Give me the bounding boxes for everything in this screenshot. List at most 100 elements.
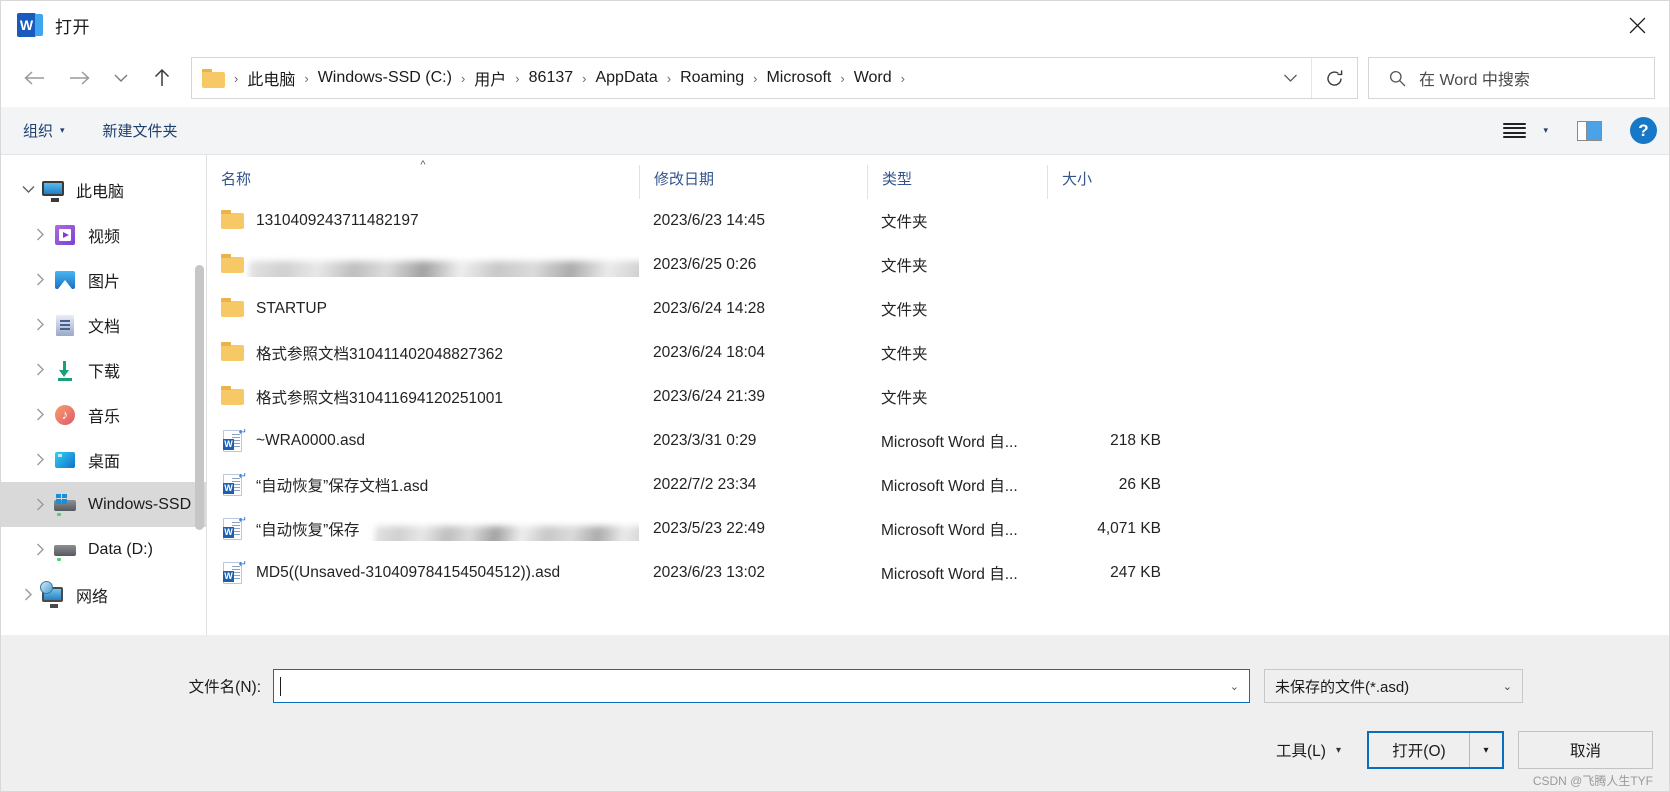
sidebar-item-label: 此电脑 bbox=[76, 183, 125, 201]
sidebar-item-this-pc[interactable]: 此电脑 bbox=[1, 167, 206, 212]
tools-menu-button[interactable]: 工具(L) ▾ bbox=[1276, 739, 1341, 761]
breadcrumb-separator: › bbox=[460, 70, 466, 86]
sidebar-item-music[interactable]: 音乐 bbox=[1, 392, 206, 437]
chevron-right-icon[interactable] bbox=[27, 498, 53, 511]
preview-pane-icon[interactable] bbox=[1572, 116, 1606, 146]
tools-label: 工具(L) bbox=[1276, 743, 1326, 760]
forward-button[interactable] bbox=[57, 58, 103, 98]
table-row[interactable]: ↵ “自动恢复”保存文档1.asd 2022/7/2 23:34 Microso… bbox=[207, 463, 1669, 507]
file-size-cell: 4,071 KB bbox=[1097, 520, 1161, 537]
videos-icon bbox=[53, 223, 77, 247]
cancel-button[interactable]: 取消 bbox=[1518, 731, 1653, 769]
chevron-down-icon[interactable]: ▾ bbox=[1543, 125, 1548, 136]
sidebar-item-pictures[interactable]: 图片 bbox=[1, 257, 206, 302]
file-date-cell: 2023/6/24 21:39 bbox=[653, 388, 766, 405]
breadcrumb-item-7[interactable]: Word bbox=[851, 69, 895, 87]
breadcrumb-item-4[interactable]: AppData bbox=[592, 69, 660, 87]
open-split-button[interactable]: 打开(O) ▾ bbox=[1367, 731, 1504, 769]
chevron-right-icon[interactable] bbox=[27, 273, 53, 286]
file-type-cell: 文件夹 bbox=[881, 390, 928, 407]
chevron-right-icon[interactable] bbox=[27, 408, 53, 421]
window-title: 打开 bbox=[55, 17, 90, 37]
breadcrumb-item-5[interactable]: Roaming bbox=[677, 69, 747, 87]
folder-icon bbox=[221, 341, 245, 365]
file-name-label: ~WRA0000.asd bbox=[256, 432, 365, 449]
chevron-right-icon[interactable] bbox=[27, 363, 53, 376]
chevron-down-icon: ▾ bbox=[1335, 744, 1341, 756]
help-button[interactable]: ? bbox=[1630, 117, 1657, 144]
organize-menu-button[interactable]: 组织 ▾ bbox=[23, 120, 65, 141]
file-name-cell[interactable]: ↵ “自动恢复”保存 bbox=[207, 517, 639, 541]
table-row[interactable]: ↵ ~WRA0000.asd 2023/3/31 0:29 Microsoft … bbox=[207, 419, 1669, 463]
table-row[interactable]: STARTUP 2023/6/24 14:28 文件夹 bbox=[207, 287, 1669, 331]
breadcrumb-item-3[interactable]: 86137 bbox=[526, 69, 577, 87]
filename-label: 文件名(N): bbox=[188, 679, 261, 696]
file-date-cell: 2023/6/24 18:04 bbox=[653, 344, 766, 361]
back-button[interactable] bbox=[11, 58, 57, 98]
table-row[interactable]: ↵ MD5((Unsaved-310409784154504512)).asd … bbox=[207, 551, 1669, 595]
table-row[interactable]: 格式参照文档310411694120251001 2023/6/24 21:39… bbox=[207, 375, 1669, 419]
sidebar-item-desktop[interactable]: 桌面 bbox=[1, 437, 206, 482]
table-row[interactable]: ↵ “自动恢复”保存 2023/5/23 22:49 Microsoft Wor… bbox=[207, 507, 1669, 551]
file-type-cell: Microsoft Word 自... bbox=[881, 478, 1018, 495]
sidebar-item-network[interactable]: 网络 bbox=[1, 572, 206, 617]
column-header-date[interactable]: 修改日期 bbox=[639, 165, 867, 199]
breadcrumb-separator: › bbox=[753, 70, 758, 86]
table-row[interactable]: 1310409243711482197 2023/6/23 14:45 文件夹 bbox=[207, 199, 1669, 243]
chevron-right-icon[interactable] bbox=[27, 543, 53, 556]
open-dropdown-arrow[interactable]: ▾ bbox=[1470, 733, 1502, 767]
file-name-cell[interactable]: 1310409243711482197 bbox=[207, 209, 639, 233]
table-row[interactable]: 格式参照文档310411402048827362 2023/6/24 18:04… bbox=[207, 331, 1669, 375]
open-button[interactable]: 打开(O) bbox=[1369, 733, 1470, 767]
chevron-right-icon[interactable] bbox=[27, 228, 53, 241]
documents-icon bbox=[53, 313, 77, 337]
file-name-cell[interactable]: ↵ “自动恢复”保存文档1.asd bbox=[207, 473, 639, 497]
file-name-cell[interactable]: STARTUP bbox=[207, 297, 639, 321]
column-header-type[interactable]: 类型 bbox=[867, 165, 1047, 199]
file-name-cell[interactable] bbox=[207, 253, 639, 277]
breadcrumb: › 此电脑 › Windows-SSD (C:) › 用户 › 86137 › … bbox=[192, 66, 1269, 90]
file-name-cell[interactable]: ↵ ~WRA0000.asd bbox=[207, 429, 639, 453]
file-name-cell[interactable]: 格式参照文档310411402048827362 bbox=[207, 341, 639, 365]
table-row[interactable]: 2023/6/25 0:26 文件夹 bbox=[207, 243, 1669, 287]
up-one-level-button[interactable] bbox=[139, 58, 185, 98]
sidebar-item-videos[interactable]: 视频 bbox=[1, 212, 206, 257]
breadcrumb-item-1[interactable]: Windows-SSD (C:) bbox=[315, 69, 455, 87]
refresh-icon[interactable] bbox=[1311, 58, 1357, 98]
breadcrumb-item-2[interactable]: 用户 bbox=[471, 66, 509, 90]
sidebar-scrollbar-thumb[interactable] bbox=[195, 265, 204, 530]
folder-icon bbox=[221, 297, 245, 321]
column-header-name[interactable]: ^ 名称 bbox=[207, 159, 639, 199]
chevron-down-icon[interactable] bbox=[15, 185, 41, 194]
sidebar-item-label: 音乐 bbox=[88, 408, 121, 426]
file-type-filter-dropdown[interactable]: 未保存的文件(*.asd) ⌄ bbox=[1264, 669, 1523, 703]
breadcrumb-item-0[interactable]: 此电脑 bbox=[244, 66, 298, 90]
search-box[interactable]: 在 Word 中搜索 bbox=[1368, 57, 1655, 99]
chevron-down-icon[interactable] bbox=[1269, 58, 1311, 98]
recent-locations-button[interactable] bbox=[103, 58, 139, 98]
sidebar-item-documents[interactable]: 文档 bbox=[1, 302, 206, 347]
address-bar[interactable]: › 此电脑 › Windows-SSD (C:) › 用户 › 86137 › … bbox=[191, 57, 1358, 99]
filename-input[interactable]: ⌄ bbox=[273, 669, 1250, 703]
file-size-cell: 247 KB bbox=[1110, 564, 1161, 581]
sidebar-item-windows-ssd[interactable]: Windows-SSD bbox=[1, 482, 206, 527]
column-header-row: ^ 名称 修改日期 类型 大小 bbox=[207, 155, 1669, 199]
sidebar-item-downloads[interactable]: 下载 bbox=[1, 347, 206, 392]
breadcrumb-separator: › bbox=[666, 70, 672, 86]
file-name-cell[interactable]: 格式参照文档310411694120251001 bbox=[207, 385, 639, 409]
command-bar: 组织 ▾ 新建文件夹 ▾ ? bbox=[1, 107, 1669, 155]
new-folder-button[interactable]: 新建文件夹 bbox=[103, 120, 178, 141]
sidebar-item-label: 桌面 bbox=[88, 453, 121, 471]
file-name-cell[interactable]: ↵ MD5((Unsaved-310409784154504512)).asd bbox=[207, 561, 639, 585]
chevron-right-icon[interactable] bbox=[27, 318, 53, 331]
chevron-right-icon[interactable] bbox=[27, 453, 53, 466]
breadcrumb-separator: › bbox=[234, 70, 239, 86]
list-view-icon[interactable] bbox=[1497, 116, 1531, 146]
close-window-button[interactable] bbox=[1605, 1, 1669, 49]
column-header-size[interactable]: 大小 bbox=[1047, 165, 1175, 199]
chevron-down-icon[interactable]: ⌄ bbox=[1230, 680, 1239, 693]
breadcrumb-item-6[interactable]: Microsoft bbox=[763, 69, 834, 87]
sidebar-item-data-d[interactable]: Data (D:) bbox=[1, 527, 206, 572]
file-type-cell: 文件夹 bbox=[881, 346, 928, 363]
chevron-right-icon[interactable] bbox=[15, 588, 41, 601]
